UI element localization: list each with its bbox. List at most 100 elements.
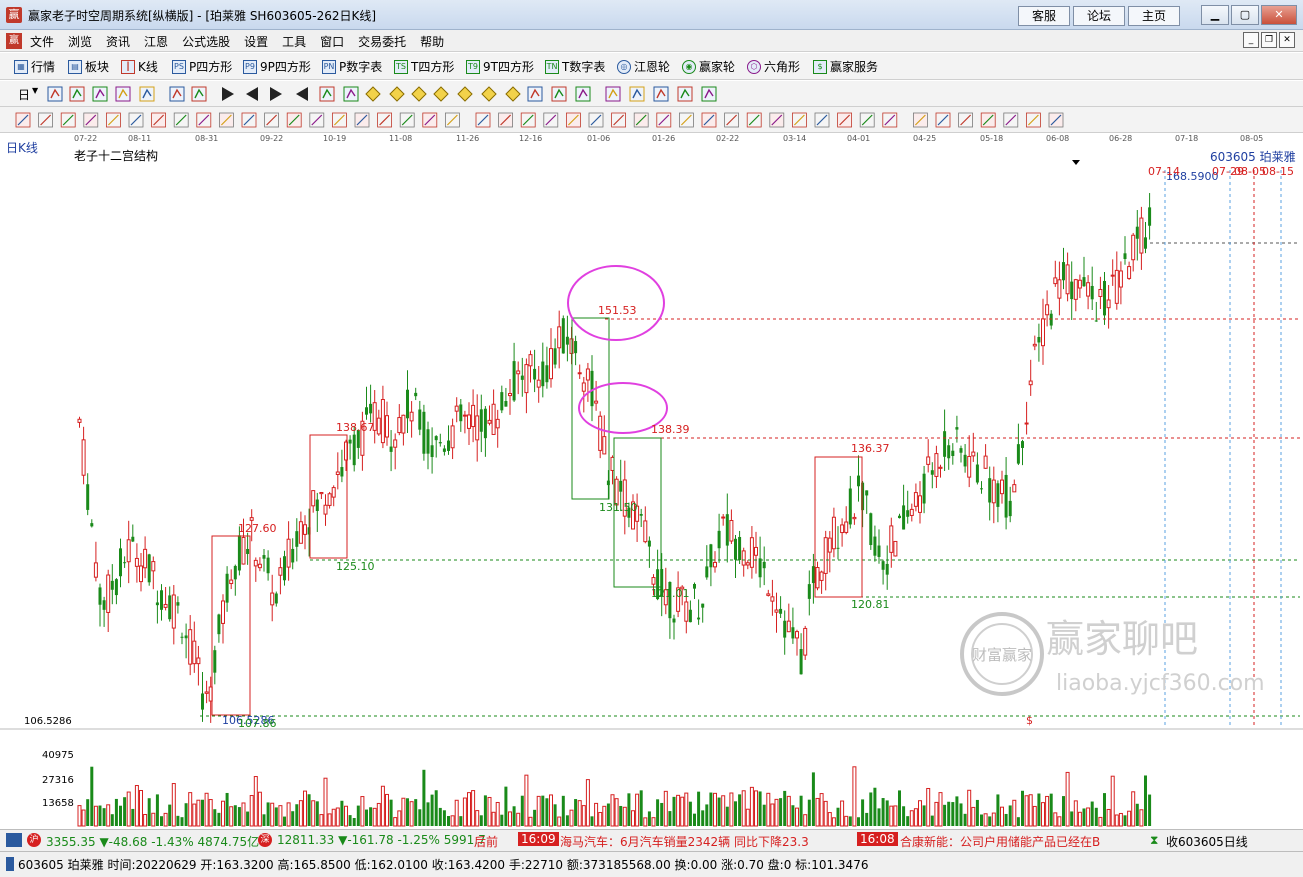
toolbar-sector-button[interactable]: ▤ 板块	[68, 58, 109, 75]
toolbar-hexagon-button[interactable]: ⬡ 六角形	[747, 58, 800, 75]
draw-tool-button[interactable]	[354, 112, 370, 128]
tool-button[interactable]	[343, 86, 359, 102]
index-grid-icon[interactable]	[6, 833, 22, 847]
tool-button[interactable]	[433, 86, 449, 102]
draw-tool-button[interactable]	[128, 112, 144, 128]
tool-button[interactable]	[505, 86, 521, 102]
toolbar-p-number-button[interactable]: PN P数字表	[322, 58, 382, 75]
draw-tool-button[interactable]	[286, 112, 302, 128]
draw-tool-button[interactable]	[543, 112, 559, 128]
tool-button[interactable]	[481, 86, 497, 102]
draw-tool-button[interactable]	[1026, 112, 1041, 128]
draw-tool-button[interactable]	[309, 112, 325, 128]
menu-window[interactable]: 窗口	[320, 33, 344, 50]
mdi-close-icon[interactable]: ✕	[1279, 32, 1295, 48]
toolbar-kline-button[interactable]: ┃ K线	[121, 58, 158, 75]
toolbar-gann-wheel-button[interactable]: ◎ 江恩轮	[617, 58, 670, 75]
draw-tool-button[interactable]	[679, 112, 694, 128]
draw-tool-button[interactable]	[520, 112, 536, 128]
tool-button[interactable]	[319, 86, 335, 102]
menu-formula[interactable]: 公式选股	[182, 33, 230, 50]
tool-button[interactable]	[701, 86, 717, 102]
menu-info[interactable]: 资讯	[106, 33, 130, 50]
draw-tool-button[interactable]	[444, 112, 460, 128]
draw-tool-button[interactable]	[566, 112, 581, 128]
tool-button[interactable]	[411, 86, 427, 102]
toolbar-t-number-button[interactable]: TN T数字表	[545, 58, 605, 75]
draw-tool-button[interactable]	[656, 112, 672, 128]
draw-tool-button[interactable]	[399, 112, 415, 128]
draw-tool-button[interactable]	[422, 112, 438, 128]
draw-tool-button[interactable]	[1048, 112, 1064, 128]
draw-tool-button[interactable]	[701, 112, 717, 128]
toolbar-winner-wheel-button[interactable]: ◉ 赢家轮	[682, 58, 735, 75]
tool-button[interactable]	[365, 86, 381, 102]
tool-button[interactable]	[296, 87, 308, 101]
tool-button[interactable]	[191, 86, 207, 102]
menu-trade[interactable]: 交易委托	[358, 33, 406, 50]
draw-tool-button[interactable]	[241, 112, 257, 128]
toolbar-t-square-button[interactable]: TS T四方形	[394, 58, 454, 75]
draw-tool-button[interactable]	[980, 112, 996, 128]
draw-tool-button[interactable]	[377, 112, 393, 128]
draw-tool-button[interactable]	[724, 112, 739, 128]
tool-button[interactable]	[551, 86, 567, 102]
draw-tool-button[interactable]	[746, 112, 762, 128]
draw-tool-button[interactable]	[60, 112, 76, 128]
draw-tool-button[interactable]	[633, 112, 649, 128]
menu-browse[interactable]: 浏览	[68, 33, 92, 50]
draw-tool-button[interactable]	[264, 112, 280, 128]
draw-tool-button[interactable]	[935, 112, 951, 128]
tool-button[interactable]	[575, 86, 591, 102]
draw-tool-button[interactable]	[475, 112, 491, 128]
menu-file[interactable]: 文件	[30, 33, 54, 50]
menu-settings[interactable]: 设置	[244, 33, 268, 50]
draw-tool-button[interactable]	[38, 112, 53, 128]
toolbar-service-button[interactable]: $ 赢家服务	[813, 58, 878, 75]
draw-tool-button[interactable]	[958, 112, 973, 128]
tool-button[interactable]	[270, 87, 282, 101]
tool-button[interactable]	[653, 86, 669, 102]
tool-button[interactable]	[47, 86, 63, 102]
menu-gann[interactable]: 江恩	[144, 33, 168, 50]
draw-tool-button[interactable]	[792, 112, 807, 128]
draw-tool-button[interactable]	[769, 112, 785, 128]
mdi-minimize-icon[interactable]: _	[1243, 32, 1259, 48]
draw-tool-button[interactable]	[151, 112, 167, 128]
forum-link[interactable]: 论坛	[1073, 6, 1125, 26]
tool-button[interactable]	[389, 86, 405, 102]
news-item-1[interactable]: 海马汽车：6月汽车销量2342辆 同比下降23.3	[560, 833, 809, 850]
draw-tool-button[interactable]	[588, 112, 604, 128]
tool-button[interactable]	[92, 86, 108, 102]
tool-button[interactable]	[605, 86, 621, 102]
home-link[interactable]: 主页	[1128, 6, 1180, 26]
news-item-2[interactable]: 合康新能：公司户用储能产品已经在B	[900, 833, 1132, 850]
draw-tool-button[interactable]	[1003, 112, 1019, 128]
draw-tool-button[interactable]	[196, 112, 212, 128]
draw-tool-button[interactable]	[882, 112, 898, 128]
draw-tool-button[interactable]	[15, 112, 31, 128]
draw-tool-button[interactable]	[83, 112, 99, 128]
close-icon[interactable]: ✕	[1261, 5, 1297, 25]
tool-button[interactable]	[457, 86, 473, 102]
draw-tool-button[interactable]	[173, 112, 189, 128]
tool-button[interactable]	[629, 86, 645, 102]
support-link[interactable]: 客服	[1018, 6, 1070, 26]
draw-tool-button[interactable]	[218, 112, 234, 128]
tool-button[interactable]	[677, 86, 693, 102]
tool-button[interactable]	[246, 87, 258, 101]
tool-button[interactable]	[169, 86, 185, 102]
tool-button[interactable]	[69, 86, 85, 102]
draw-tool-button[interactable]	[611, 112, 626, 128]
draw-tool-button[interactable]	[837, 112, 852, 128]
tool-button[interactable]	[115, 86, 131, 102]
tool-button[interactable]	[139, 86, 155, 102]
draw-tool-button[interactable]	[498, 112, 514, 128]
draw-tool-button[interactable]	[106, 112, 121, 128]
toolbar-9p-square-button[interactable]: P9 9P四方形	[243, 58, 311, 75]
toolbar-quotes-button[interactable]: ▦ 行情	[14, 58, 55, 75]
tool-row-1-icons[interactable]	[0, 81, 1303, 107]
minimize-icon[interactable]: ▁	[1201, 5, 1229, 25]
toolbar-9t-square-button[interactable]: T9 9T四方形	[466, 58, 534, 75]
kline-chart[interactable]: 106.5286 40975 27316 13658 151.53 138.39 138.6…	[0, 137, 1303, 828]
